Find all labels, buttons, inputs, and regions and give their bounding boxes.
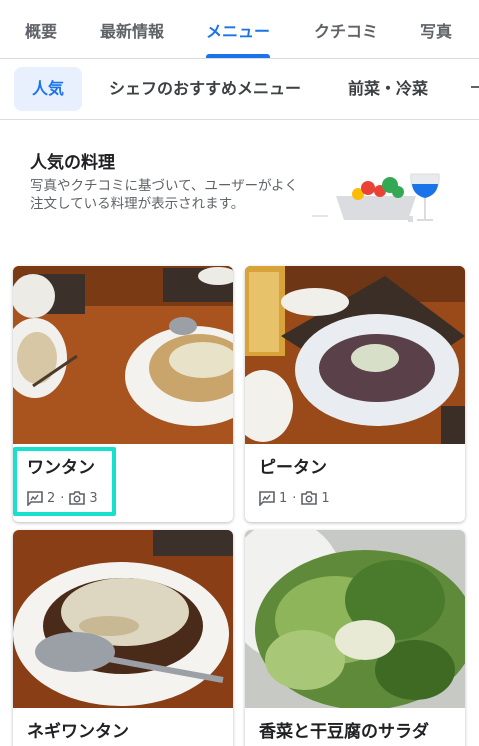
menu-filter-chips: 人気 シェフのおすすめメニュー 前菜・冷菜 [0,60,479,120]
camera-icon [301,491,318,505]
chip-overflow-indicator [471,86,479,88]
dish-stats: 1 · 1 [259,489,330,507]
dish-card[interactable]: 香菜と干豆腐のサラダ [245,530,465,746]
highlight-box [13,447,116,516]
photo-count: 1 [321,490,330,506]
chip-popular[interactable]: 人気 [14,67,83,111]
dish-name: 香菜と干豆腐のサラダ [259,722,429,742]
dish-photo [13,266,233,444]
dish-name: ピータン [259,458,327,478]
tab-latest[interactable]: 最新情報 [100,18,164,42]
dish-photo [13,530,233,708]
tab-overview[interactable]: 概要 [25,18,57,42]
dish-card[interactable]: ネギワンタン [13,530,233,746]
separator: · [292,490,297,506]
chip-appetizers[interactable]: 前菜・冷菜 [330,67,446,111]
dish-photo [245,266,465,444]
dish-card[interactable]: ピータン 1 · 1 [245,266,465,522]
review-count: 1 [279,490,288,506]
tab-photos[interactable]: 写真 [420,18,452,42]
dish-name: ネギワンタン [27,722,129,742]
popular-dishes-illustration [312,173,440,222]
review-icon [259,490,275,506]
tab-bar: 概要 最新情報 メニュー クチコミ 写真 [0,0,479,59]
section-title: 人気の料理 [30,153,115,173]
tab-menu[interactable]: メニュー [206,18,270,42]
active-tab-indicator [206,54,270,58]
chip-chef-recommend[interactable]: シェフのおすすめメニュー [91,67,319,111]
section-description: 写真やクチコミに基づいて、ユーザーがよく注文している料理が表示されます。 [30,178,298,212]
dish-photo [245,530,465,708]
tab-reviews[interactable]: クチコミ [314,18,378,42]
